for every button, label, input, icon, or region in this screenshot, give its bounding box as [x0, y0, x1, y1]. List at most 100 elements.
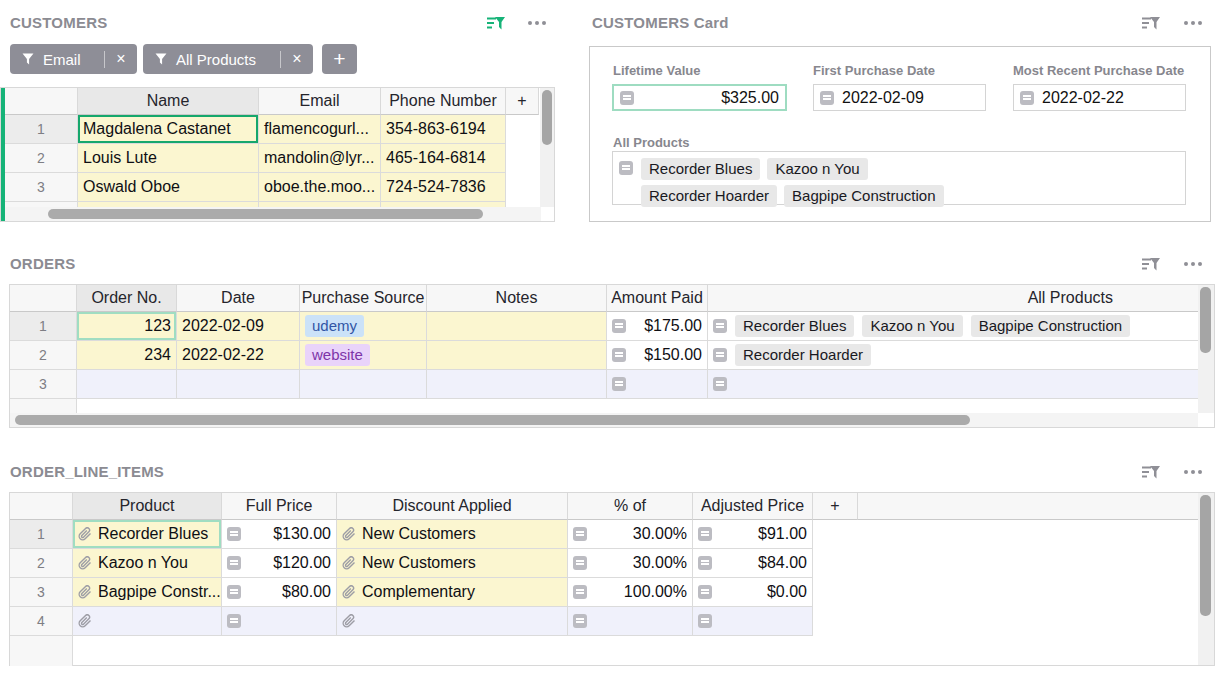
cell-date[interactable]: 2022-02-22	[177, 341, 300, 370]
cell-phone[interactable]: 724-524-7836	[381, 173, 506, 202]
row-number[interactable]: 3	[10, 578, 73, 607]
field-lifetime-value[interactable]: $325.00	[612, 84, 787, 111]
row-number[interactable]: 4	[10, 607, 73, 636]
cell-all-products[interactable]: Recorder Hoarder	[708, 341, 1198, 370]
cell-amount-paid[interactable]	[607, 370, 708, 399]
section-menu-icon[interactable]	[1184, 21, 1202, 25]
section-menu-icon[interactable]	[528, 21, 546, 25]
row-number[interactable]: 2	[5, 144, 78, 173]
cell-discount-applied[interactable]: Complementary	[337, 578, 568, 607]
vertical-scrollbar[interactable]	[1198, 493, 1214, 665]
cell-email[interactable]: oboe.the.moo...	[259, 173, 381, 202]
cell-notes[interactable]	[427, 341, 607, 370]
close-icon[interactable]: ×	[281, 50, 313, 68]
corner-cell[interactable]	[10, 285, 77, 312]
column-header-discount-applied[interactable]: Discount Applied	[337, 493, 568, 520]
vertical-scrollbar[interactable]	[1198, 285, 1214, 413]
column-header-purchase-source[interactable]: Purchase Source	[300, 285, 427, 312]
cell-order-no[interactable]: 234	[77, 341, 177, 370]
column-header-phone[interactable]: Phone Number	[381, 88, 506, 115]
row-number[interactable]: 2	[10, 341, 77, 370]
cell-email[interactable]: mandolin@lyr...	[259, 144, 381, 173]
sort-filter-icon[interactable]	[1141, 257, 1161, 272]
row-number[interactable]: 1	[10, 312, 77, 341]
cell-purchase-source[interactable]	[300, 370, 427, 399]
horizontal-scrollbar[interactable]	[10, 413, 1198, 427]
cell-order-no[interactable]: 123	[77, 312, 177, 341]
cell-product[interactable]	[73, 607, 222, 636]
row-number[interactable]: 1	[5, 115, 78, 144]
close-icon[interactable]: ×	[105, 50, 137, 68]
sort-filter-icon[interactable]	[1141, 16, 1161, 31]
cell-product[interactable]: Bagpipe Constr...	[73, 578, 222, 607]
sort-filter-icon[interactable]	[1141, 465, 1161, 480]
row-number[interactable]: 2	[10, 549, 73, 578]
expand-record-icon	[1020, 91, 1034, 105]
cell-pct-of[interactable]	[568, 607, 693, 636]
column-header-all-products[interactable]: All Products	[708, 285, 1198, 312]
cell-pct-of[interactable]: 30.00%	[568, 520, 693, 549]
horizontal-scrollbar[interactable]	[5, 207, 541, 221]
corner-cell[interactable]	[5, 88, 78, 115]
cell-phone[interactable]: 354-863-6194	[381, 115, 506, 144]
row-number[interactable]: 3	[10, 370, 77, 399]
column-header-adjusted-price[interactable]: Adjusted Price	[693, 493, 813, 520]
section-menu-icon[interactable]	[1184, 470, 1202, 474]
cell-adjusted-price[interactable]: $84.00	[693, 549, 813, 578]
field-all-products[interactable]: Recorder Blues Kazoo n You Recorder Hoar…	[612, 151, 1186, 205]
cell-name[interactable]: Magdalena Castanet	[78, 115, 259, 144]
row-number[interactable]: 1	[10, 520, 73, 549]
cell-date[interactable]	[177, 370, 300, 399]
cell-discount-applied[interactable]: New Customers	[337, 520, 568, 549]
cell-amount-paid[interactable]: $175.00	[607, 312, 708, 341]
cell-discount-applied[interactable]	[337, 607, 568, 636]
filter-chip-email[interactable]: Email ×	[10, 44, 137, 74]
row-number[interactable]: 3	[5, 173, 78, 202]
cell-full-price[interactable]: $130.00	[222, 520, 337, 549]
cell-notes[interactable]	[427, 312, 607, 341]
cell-name[interactable]: Louis Lute	[78, 144, 259, 173]
cell-phone[interactable]: 465-164-6814	[381, 144, 506, 173]
cell-purchase-source[interactable]: udemy	[300, 312, 427, 341]
cell-date[interactable]: 2022-02-09	[177, 312, 300, 341]
cell-product[interactable]: Kazoo n You	[73, 549, 222, 578]
column-header-amount-paid[interactable]: Amount Paid	[607, 285, 708, 312]
column-header-order-no[interactable]: Order No.	[77, 285, 177, 312]
add-column-button[interactable]: +	[506, 88, 539, 115]
cell-discount-applied[interactable]: New Customers	[337, 549, 568, 578]
vertical-scrollbar[interactable]	[540, 88, 554, 207]
sort-filter-icon[interactable]	[486, 16, 506, 31]
cell-amount-paid[interactable]: $150.00	[607, 341, 708, 370]
cell-email[interactable]: flamencogurl...	[259, 115, 381, 144]
field-first-purchase-date[interactable]: 2022-02-09	[813, 84, 986, 111]
cell-purchase-source[interactable]: website	[300, 341, 427, 370]
cell-full-price[interactable]: $120.00	[222, 549, 337, 578]
cell-full-price[interactable]: $80.00	[222, 578, 337, 607]
cell-full-price[interactable]	[222, 607, 337, 636]
add-column-button[interactable]: +	[813, 493, 858, 520]
add-filter-button[interactable]: +	[322, 44, 357, 74]
column-header-full-price[interactable]: Full Price	[222, 493, 337, 520]
cell-adjusted-price[interactable]: $91.00	[693, 520, 813, 549]
cell-adjusted-price[interactable]	[693, 607, 813, 636]
cell-all-products[interactable]	[708, 370, 1198, 399]
column-header-notes[interactable]: Notes	[427, 285, 607, 312]
column-header-name[interactable]: Name	[78, 88, 259, 115]
cell-product[interactable]: Recorder Blues	[73, 520, 222, 549]
section-menu-icon[interactable]	[1184, 262, 1202, 266]
column-header-date[interactable]: Date	[177, 285, 300, 312]
cell-name[interactable]: Oswald Oboe	[78, 173, 259, 202]
field-most-recent-purchase-date[interactable]: 2022-02-22	[1013, 84, 1186, 111]
column-header-pct-of[interactable]: % of	[568, 493, 693, 520]
corner-cell[interactable]	[10, 493, 73, 520]
column-header-email[interactable]: Email	[259, 88, 381, 115]
cell-all-products[interactable]: Recorder Blues Kazoo n You Bagpipe Const…	[708, 312, 1198, 341]
column-header-product[interactable]: Product	[73, 493, 222, 520]
table-row: 3 Oswald Oboe oboe.the.moo... 724-524-78…	[5, 173, 539, 202]
cell-pct-of[interactable]: 100.00%	[568, 578, 693, 607]
cell-notes[interactable]	[427, 370, 607, 399]
filter-chip-all-products[interactable]: All Products ×	[143, 44, 313, 74]
cell-adjusted-price[interactable]: $0.00	[693, 578, 813, 607]
cell-order-no[interactable]	[77, 370, 177, 399]
cell-pct-of[interactable]: 30.00%	[568, 549, 693, 578]
